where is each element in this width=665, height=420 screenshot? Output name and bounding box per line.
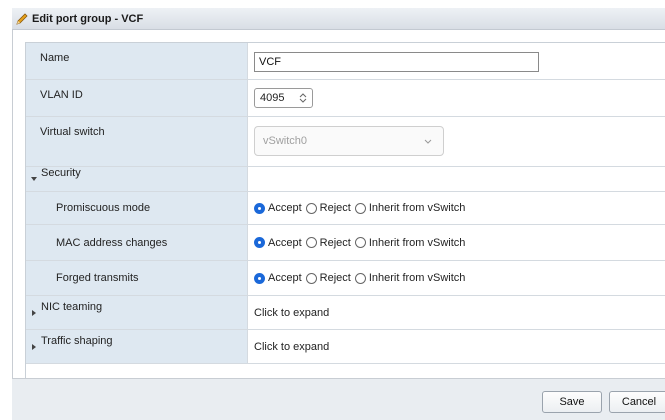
forged-inherit-option[interactable]: Inherit from vSwitch bbox=[354, 272, 465, 284]
nic-teaming-label: NIC teaming bbox=[41, 300, 103, 313]
security-row-mac-changes: MAC address changes Accept Reject Inheri… bbox=[26, 225, 665, 261]
virtual-switch-row: Virtual switch vSwitch0 bbox=[26, 117, 665, 167]
traffic-shaping-row[interactable]: Traffic shaping Click to expand bbox=[26, 330, 665, 364]
nic-teaming-expand-link[interactable]: Click to expand bbox=[254, 307, 329, 319]
forged-reject-option[interactable]: Reject bbox=[305, 272, 351, 284]
traffic-shaping-expand-link[interactable]: Click to expand bbox=[254, 341, 329, 353]
dialog-footer: Save Cancel bbox=[12, 378, 665, 420]
triangle-down-icon bbox=[31, 177, 37, 181]
promiscuous-reject-option[interactable]: Reject bbox=[305, 202, 351, 214]
radio-checked-icon[interactable] bbox=[254, 237, 265, 248]
vlan-id-row: VLAN ID 4095 bbox=[26, 80, 665, 117]
promiscuous-mode-radio-group: Accept Reject Inherit from vSwitch bbox=[254, 202, 469, 214]
security-row-forged: Forged transmits Accept Reject Inherit f… bbox=[26, 261, 665, 296]
radio-icon[interactable] bbox=[305, 237, 317, 248]
mac-address-changes-radio-group: Accept Reject Inherit from vSwitch bbox=[254, 237, 469, 249]
mac-reject-option[interactable]: Reject bbox=[305, 237, 351, 249]
promiscuous-mode-label: Promiscuous mode bbox=[56, 202, 151, 214]
vlan-id-value: 4095 bbox=[260, 92, 285, 104]
radio-icon[interactable] bbox=[305, 272, 317, 284]
dialog-titlebar: Edit port group - VCF bbox=[12, 8, 665, 30]
mac-address-changes-label: MAC address changes bbox=[56, 236, 168, 249]
radio-checked-icon[interactable] bbox=[254, 202, 265, 214]
save-button[interactable]: Save bbox=[542, 391, 602, 413]
virtual-switch-label: Virtual switch bbox=[40, 126, 105, 138]
security-row-promiscuous: Promiscuous mode Accept Reject Inherit f… bbox=[26, 192, 665, 225]
security-label: Security bbox=[41, 167, 81, 179]
chevron-down-icon bbox=[424, 139, 432, 144]
nic-teaming-row[interactable]: NIC teaming Click to expand bbox=[26, 296, 665, 330]
forged-transmits-label: Forged transmits bbox=[56, 272, 139, 284]
vlan-id-label: VLAN ID bbox=[40, 89, 83, 101]
dialog-body: Name VLAN ID 4095 Virtual switch bbox=[12, 30, 665, 378]
cancel-button[interactable]: Cancel bbox=[609, 391, 665, 413]
forged-accept-option[interactable]: Accept bbox=[254, 272, 302, 284]
mac-inherit-option[interactable]: Inherit from vSwitch bbox=[354, 237, 465, 249]
mac-accept-option[interactable]: Accept bbox=[254, 237, 302, 249]
radio-icon[interactable] bbox=[354, 202, 366, 214]
pencil-icon bbox=[16, 12, 28, 25]
vlan-id-stepper[interactable]: 4095 bbox=[254, 88, 313, 108]
radio-icon[interactable] bbox=[305, 202, 317, 214]
name-row: Name bbox=[26, 43, 665, 80]
virtual-switch-value: vSwitch0 bbox=[263, 135, 308, 147]
radio-checked-icon[interactable] bbox=[254, 272, 265, 284]
triangle-right-icon bbox=[32, 309, 36, 316]
radio-icon[interactable] bbox=[354, 237, 366, 248]
traffic-shaping-label: Traffic shaping bbox=[41, 334, 113, 347]
promiscuous-accept-option[interactable]: Accept bbox=[254, 202, 302, 214]
name-input[interactable] bbox=[254, 52, 539, 72]
virtual-switch-select[interactable]: vSwitch0 bbox=[254, 126, 444, 156]
name-label: Name bbox=[40, 52, 70, 64]
stepper-arrows-icon[interactable] bbox=[298, 92, 308, 104]
triangle-right-icon bbox=[32, 343, 36, 350]
forged-transmits-radio-group: Accept Reject Inherit from vSwitch bbox=[254, 272, 469, 284]
dialog-title: Edit port group - VCF bbox=[32, 12, 144, 25]
promiscuous-inherit-option[interactable]: Inherit from vSwitch bbox=[354, 202, 465, 214]
security-section-header[interactable]: Security bbox=[26, 167, 665, 192]
radio-icon[interactable] bbox=[354, 272, 366, 284]
port-group-form: Name VLAN ID 4095 Virtual switch bbox=[25, 42, 665, 378]
